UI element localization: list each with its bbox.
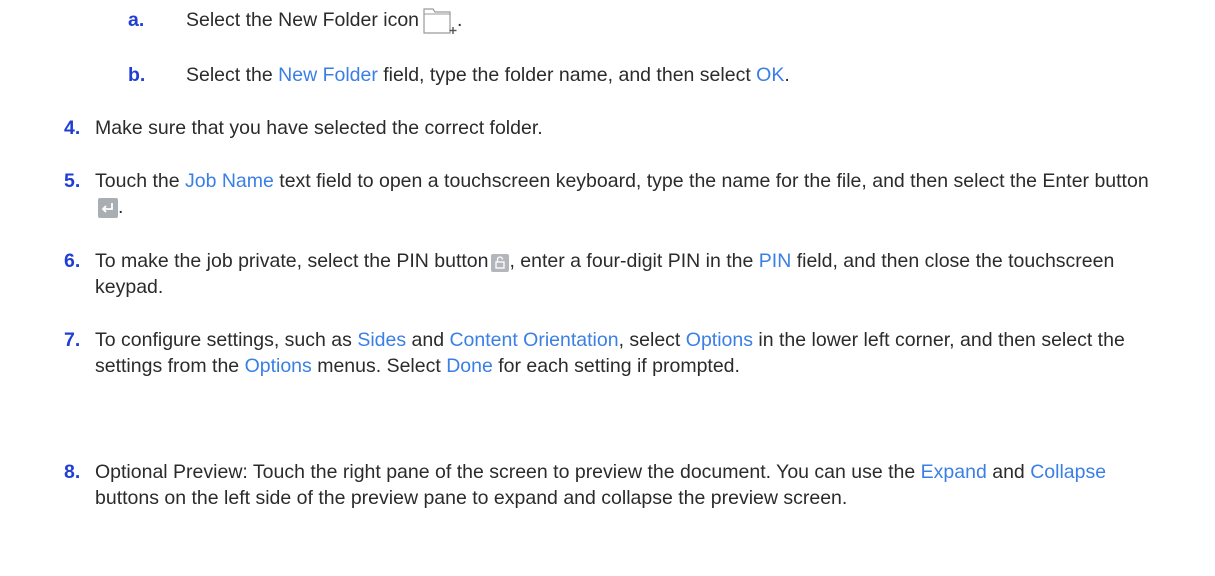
ui-term-content-orientation: Content Orientation: [449, 329, 619, 351]
step-number: 8.: [64, 461, 81, 483]
new-folder-icon: [423, 8, 457, 34]
step-5: 5. Touch the Job Name text field to open…: [64, 168, 1154, 220]
substep-number: b.: [128, 64, 146, 86]
step-8: 8. Optional Preview: Touch the right pan…: [64, 459, 1154, 511]
substep-text: Select the New Folder icon .: [186, 7, 1188, 34]
ui-term-options: Options: [685, 329, 753, 351]
document-page: { "steps": { "a": { "num": "a.", "before…: [0, 0, 1215, 576]
ui-term-collapse: Collapse: [1030, 461, 1107, 483]
ui-term-done: Done: [446, 355, 493, 377]
step-4: 4. Make sure that you have selected the …: [64, 115, 1184, 141]
ui-term-sides: Sides: [357, 329, 407, 351]
step-text: Optional Preview: Touch the right pane o…: [95, 461, 1107, 509]
step-number: 7.: [64, 329, 81, 351]
ui-term-pin: PIN: [758, 250, 792, 272]
substep-number: a.: [128, 9, 145, 31]
ui-term-options-menus: Options: [244, 355, 312, 377]
ui-term-new-folder: New Folder: [278, 64, 378, 86]
step-text: Touch the Job Name text field to open a …: [95, 170, 1149, 218]
pin-icon: [491, 254, 510, 272]
step-7: 7. To configure settings, such as Sides …: [64, 327, 1154, 379]
step-number: 6.: [64, 250, 81, 272]
ui-term-job-name: Job Name: [184, 170, 274, 192]
substep-a: a. Select the New Folder icon .: [128, 7, 1188, 34]
step-text: Make sure that you have selected the cor…: [95, 117, 543, 139]
substep-text: Select the New Folder field, type the fo…: [186, 64, 790, 86]
enter-icon: [98, 198, 118, 218]
step-number: 5.: [64, 170, 81, 192]
step-text: To make the job private, select the PIN …: [95, 250, 1115, 298]
step-number: 4.: [64, 117, 81, 139]
ui-term-ok: OK: [756, 64, 785, 86]
ui-term-expand: Expand: [920, 461, 987, 483]
step-text: To configure settings, such as Sides and…: [95, 329, 1125, 377]
step-6: 6. To make the job private, select the P…: [64, 248, 1154, 300]
substep-b: b. Select the New Folder field, type the…: [128, 62, 1188, 88]
